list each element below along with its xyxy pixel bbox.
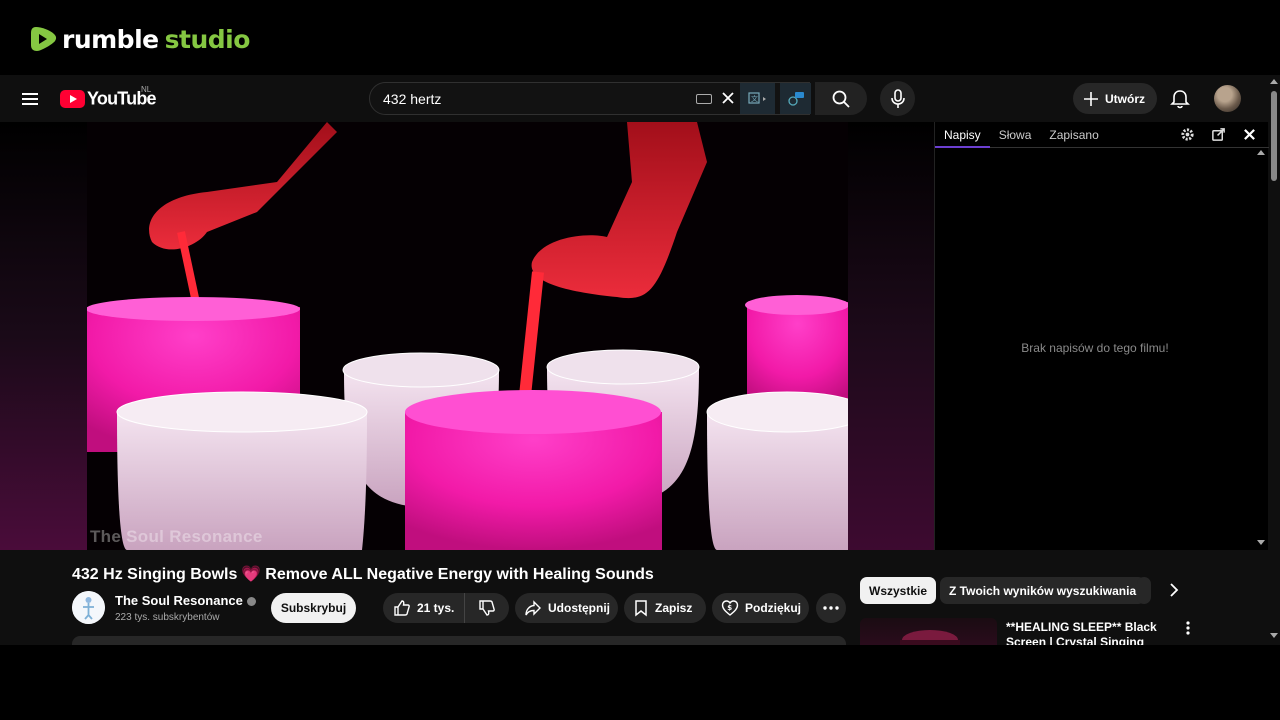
chip-from-search[interactable]: Z Twoich wyników wyszukiwania <box>940 577 1146 604</box>
share-label: Udostępnij <box>548 601 610 615</box>
video-title-rest: Remove ALL Negative Energy with Healing … <box>265 566 654 583</box>
thumbs-up-icon <box>394 600 410 616</box>
video-frame[interactable]: The Soul Resonance <box>87 122 848 550</box>
search-input-value: 432 hertz <box>383 91 442 107</box>
chip-partial[interactable] <box>1137 577 1151 604</box>
rumble-brand-text: rumble <box>62 24 159 54</box>
keyboard-icon[interactable] <box>696 94 712 104</box>
video-player[interactable]: The Soul Resonance <box>0 122 934 550</box>
scroll-up-arrow-icon[interactable] <box>1257 150 1265 155</box>
youtube-play-icon <box>60 89 85 108</box>
youtube-masthead: YouTube NL 432 hertz 文 Utwórz <box>0 75 1268 122</box>
description-box[interactable] <box>72 636 846 645</box>
create-button[interactable]: Utwórz <box>1073 83 1157 114</box>
video-info-area: 432 Hz Singing Bowls 💗 Remove ALL Negative… <box>0 550 1268 645</box>
country-code: NL <box>141 85 152 94</box>
subtitles-panel: Napisy Słowa Zapisano Brak napisów do te… <box>934 122 1269 550</box>
tab-slowa[interactable]: Słowa <box>990 122 1041 148</box>
thanks-label: Podziękuj <box>745 601 802 615</box>
menu-icon[interactable] <box>20 89 40 109</box>
close-icon[interactable] <box>1241 126 1258 143</box>
channel-avatar[interactable] <box>72 591 105 624</box>
like-count: 21 tys. <box>417 601 455 615</box>
more-actions-button[interactable] <box>816 593 846 623</box>
page-scrollbar[interactable] <box>1268 75 1280 645</box>
video-ambient-left <box>0 122 87 550</box>
rumble-product-text: studio <box>164 24 251 54</box>
subtitles-empty-message: Brak napisów do tego filmu! <box>1021 341 1169 355</box>
search-icon <box>832 90 850 108</box>
popout-icon[interactable] <box>1210 126 1227 143</box>
save-label: Zapisz <box>655 601 693 615</box>
subscriber-count: 223 tys. subskrybentów <box>115 612 220 623</box>
share-button[interactable]: Udostępnij <box>515 593 618 623</box>
plus-icon <box>1084 91 1098 106</box>
captions-extension-icon[interactable] <box>780 83 811 114</box>
thanks-button[interactable]: $ Podziękuj <box>712 593 809 623</box>
singing-bowls-image <box>87 122 848 550</box>
rumble-logo-icon <box>31 27 57 51</box>
translate-icon[interactable]: 文 <box>740 83 775 114</box>
video-title: 432 Hz Singing Bowls 💗 Remove ALL Negative… <box>72 564 654 584</box>
more-horizontal-icon <box>823 606 839 610</box>
voice-search-button[interactable] <box>880 81 915 116</box>
tab-napisy[interactable]: Napisy <box>935 122 990 148</box>
page-scroll-thumb[interactable] <box>1271 91 1277 181</box>
bell-icon[interactable] <box>1169 88 1191 110</box>
create-label: Utwórz <box>1105 91 1145 106</box>
heart-emoji: 💗 <box>241 566 262 583</box>
channel-name[interactable]: The Soul Resonance <box>115 593 256 608</box>
svg-text:$: $ <box>727 604 732 612</box>
microphone-icon <box>890 88 905 108</box>
channel-name-text: The Soul Resonance <box>115 593 243 608</box>
thumbs-down-icon <box>479 600 495 616</box>
like-button[interactable]: 21 tys. <box>383 593 465 623</box>
tab-zapisano[interactable]: Zapisano <box>1040 122 1107 148</box>
gear-icon[interactable] <box>1179 126 1196 143</box>
bookmark-icon <box>635 600 647 617</box>
scroll-down-arrow-icon[interactable] <box>1257 540 1265 545</box>
subscribe-button[interactable]: Subskrybuj <box>271 593 356 623</box>
heart-dollar-icon: $ <box>721 600 739 616</box>
share-icon <box>525 600 541 616</box>
rumble-studio-bar: rumble studio <box>0 0 1280 75</box>
video-title-main: 432 Hz Singing Bowls <box>72 566 238 583</box>
recommendation-thumbnail[interactable] <box>860 618 997 645</box>
youtube-logo[interactable]: YouTube NL <box>60 85 157 109</box>
chip-all[interactable]: Wszystkie <box>860 577 937 604</box>
dislike-button[interactable] <box>465 593 509 623</box>
like-dislike-group: 21 tys. <box>383 593 509 623</box>
more-vertical-icon[interactable] <box>1181 620 1195 636</box>
recommendation-title[interactable]: **HEALING SLEEP** Black Screen | Crystal… <box>1006 620 1176 645</box>
bottom-letterbox <box>0 645 1280 720</box>
scroll-up-arrow-icon[interactable] <box>1270 79 1278 84</box>
verified-icon <box>246 597 256 607</box>
subtitles-tools <box>1179 126 1258 143</box>
clear-icon[interactable] <box>720 90 736 106</box>
save-button[interactable]: Zapisz <box>624 593 706 623</box>
chevron-right-icon[interactable] <box>1166 582 1182 598</box>
svg-text:文: 文 <box>751 94 758 103</box>
avatar[interactable] <box>1214 85 1241 112</box>
rumble-studio-logo[interactable]: rumble studio <box>30 24 250 54</box>
video-watermark: The Soul Resonance <box>90 527 263 546</box>
search-button[interactable] <box>815 82 867 115</box>
search-input[interactable]: 432 hertz 文 <box>369 82 811 115</box>
video-ambient-right <box>848 122 934 550</box>
scroll-down-arrow-icon[interactable] <box>1270 633 1278 638</box>
